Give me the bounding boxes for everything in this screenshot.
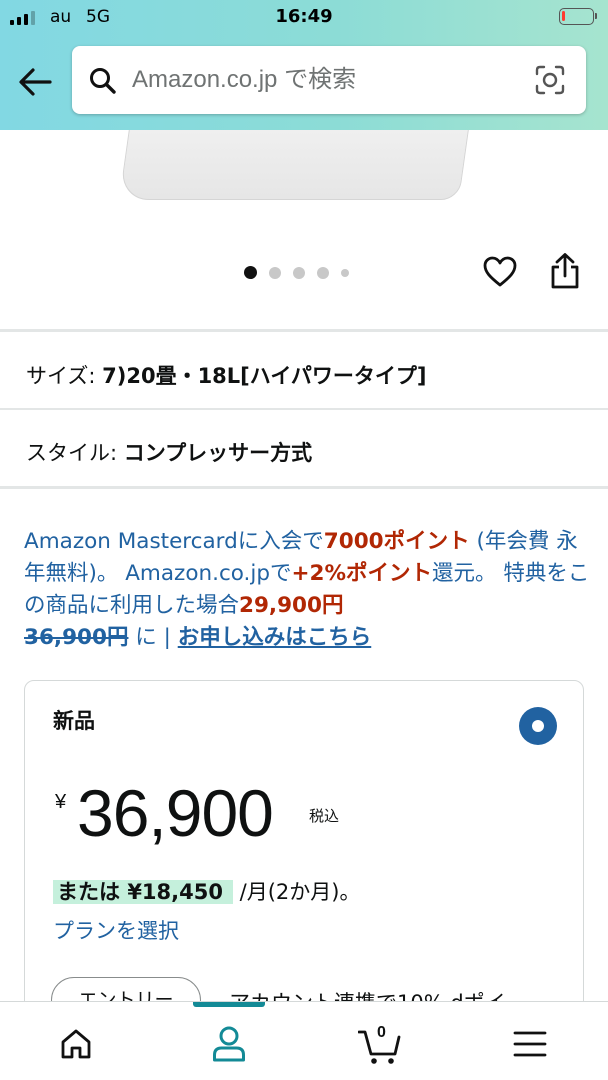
size-selector[interactable]: サイズ: 7)20畳・18L[ハイパワータイプ] — [26, 360, 596, 390]
promo-original-price: 36,900円 — [24, 625, 129, 650]
carousel-indicator — [244, 266, 349, 279]
promo-text: に | — [128, 625, 178, 650]
apply-link[interactable]: お申し込みはこちら — [178, 625, 372, 650]
style-selector[interactable]: スタイル: コンプレッサー方式 — [26, 437, 596, 467]
installment-highlight: または ¥18,450 — [53, 880, 233, 904]
tax-included-label: 税込 — [309, 807, 340, 825]
home-icon — [61, 1029, 91, 1059]
carousel-dot[interactable] — [269, 266, 281, 279]
product-image[interactable] — [118, 130, 474, 200]
cart-count: 0 — [377, 1024, 386, 1041]
size-value: 7)20畳・18L[ハイパワータイプ] — [102, 364, 427, 388]
nav-menu[interactable] — [508, 1022, 552, 1066]
promo-points: 7000ポイント — [323, 529, 470, 554]
heart-icon — [483, 256, 517, 287]
condition-radio[interactable] — [519, 707, 557, 745]
share-button[interactable] — [548, 252, 582, 290]
search-bar[interactable] — [72, 46, 586, 114]
carousel-dot[interactable] — [293, 266, 305, 279]
status-bar: au 5G 16:49 — [0, 0, 608, 36]
installment-info: または ¥18,450 /月(2か月)。 — [53, 877, 360, 907]
installment-prefix: または — [57, 880, 128, 904]
carousel-dot[interactable] — [317, 266, 329, 279]
currency-symbol: ¥ — [55, 791, 67, 813]
nav-home[interactable] — [54, 1022, 98, 1066]
promo-bonus: +2%ポイント — [291, 561, 433, 586]
product-image-carousel[interactable] — [0, 130, 608, 330]
size-label: サイズ: — [26, 364, 96, 388]
promo-discount-price: 29,900円 — [239, 593, 344, 618]
divider — [0, 408, 608, 410]
search-icon — [90, 68, 116, 94]
active-tab-indicator — [193, 1002, 265, 1007]
style-label: スタイル: — [26, 441, 118, 465]
installment-amount: ¥18,450 — [127, 880, 223, 904]
style-value: コンプレッサー方式 — [123, 441, 313, 465]
back-arrow-icon — [19, 68, 52, 96]
person-icon — [213, 1026, 245, 1062]
app-header: au 5G 16:49 — [0, 0, 608, 130]
share-icon — [551, 253, 579, 289]
carousel-dot[interactable] — [341, 268, 349, 277]
bottom-navigation: 0 — [0, 1001, 608, 1080]
nav-cart[interactable]: 0 — [358, 1022, 402, 1066]
mastercard-promo[interactable]: Amazon Mastercardに入会で7000ポイント (年会費 永年無料)… — [24, 526, 590, 654]
camera-search-icon[interactable] — [534, 64, 566, 96]
back-button[interactable] — [16, 62, 56, 102]
search-input[interactable] — [132, 56, 522, 104]
installment-period: /月(2か月)。 — [239, 880, 361, 904]
select-plan-link[interactable]: プランを選択 — [53, 915, 179, 945]
battery-icon — [559, 8, 597, 25]
wishlist-button[interactable] — [482, 254, 518, 290]
carousel-dot[interactable] — [244, 266, 257, 279]
condition-label: 新品 — [53, 709, 95, 733]
promo-text: Amazon Mastercardに入会で — [24, 529, 324, 554]
divider — [0, 329, 608, 332]
nav-account[interactable] — [207, 1022, 251, 1066]
divider — [0, 486, 608, 489]
hamburger-menu-icon — [513, 1031, 547, 1057]
status-time: 16:49 — [275, 6, 333, 27]
price: 36,900 — [77, 776, 274, 850]
